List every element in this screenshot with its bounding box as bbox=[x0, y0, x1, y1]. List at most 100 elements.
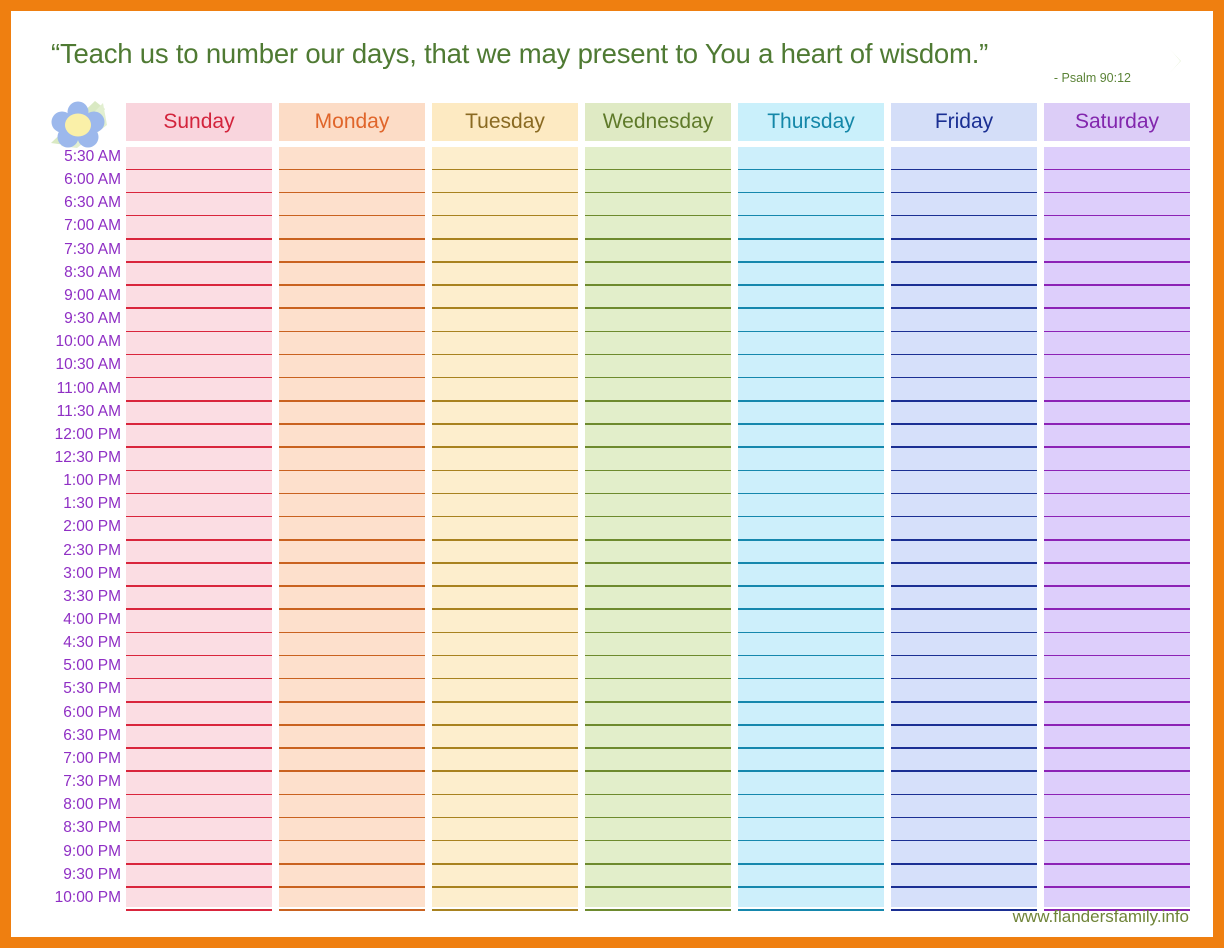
day-column-wednesday[interactable] bbox=[585, 147, 731, 911]
time-label: 6:00 AM bbox=[64, 171, 121, 189]
day-column-sunday[interactable] bbox=[126, 147, 272, 911]
row-divider bbox=[126, 816, 272, 819]
row-divider bbox=[891, 608, 1037, 610]
day-header-saturday[interactable]: Saturday bbox=[1044, 103, 1190, 141]
row-divider bbox=[585, 492, 731, 495]
row-divider bbox=[126, 376, 272, 379]
quote-text: “Teach us to number our days, that we ma… bbox=[51, 38, 989, 69]
flower-icon bbox=[51, 101, 107, 148]
row-divider bbox=[891, 677, 1037, 680]
day-header-sunday[interactable]: Sunday bbox=[126, 103, 272, 141]
row-divider bbox=[1044, 492, 1190, 495]
row-divider bbox=[891, 585, 1037, 587]
row-divider bbox=[738, 376, 884, 379]
row-divider bbox=[1044, 724, 1190, 726]
row-divider bbox=[1044, 747, 1190, 749]
row-divider bbox=[279, 770, 425, 773]
row-divider bbox=[126, 261, 272, 263]
row-divider bbox=[1044, 886, 1190, 888]
row-divider bbox=[738, 909, 884, 911]
row-divider bbox=[585, 191, 731, 194]
row-divider bbox=[738, 515, 884, 518]
row-divider bbox=[279, 631, 425, 634]
time-label: 9:30 PM bbox=[63, 865, 121, 883]
row-divider bbox=[1044, 168, 1190, 171]
time-label: 9:00 PM bbox=[63, 842, 121, 860]
row-divider bbox=[279, 400, 425, 402]
row-divider bbox=[126, 747, 272, 749]
row-divider bbox=[891, 631, 1037, 634]
row-divider bbox=[891, 515, 1037, 518]
row-divider bbox=[1044, 677, 1190, 680]
row-divider bbox=[585, 400, 731, 402]
time-label: 6:30 PM bbox=[63, 726, 121, 744]
row-divider bbox=[279, 608, 425, 610]
row-divider bbox=[279, 724, 425, 726]
row-divider bbox=[585, 538, 731, 541]
row-divider bbox=[891, 863, 1037, 865]
row-divider bbox=[279, 330, 425, 333]
row-divider bbox=[585, 886, 731, 888]
row-divider bbox=[891, 492, 1037, 495]
time-label: 8:30 PM bbox=[63, 819, 121, 837]
day-header-thursday[interactable]: Thursday bbox=[738, 103, 884, 141]
day-column-tuesday[interactable] bbox=[432, 147, 578, 911]
row-divider bbox=[126, 307, 272, 310]
row-divider bbox=[585, 423, 731, 425]
day-header-wednesday[interactable]: Wednesday bbox=[585, 103, 731, 141]
day-header-tuesday[interactable]: Tuesday bbox=[432, 103, 578, 141]
time-label: 7:00 PM bbox=[63, 749, 121, 767]
row-divider bbox=[432, 191, 578, 194]
row-divider bbox=[1044, 353, 1190, 356]
row-divider bbox=[891, 284, 1037, 286]
day-header-friday[interactable]: Friday bbox=[891, 103, 1037, 141]
row-divider bbox=[126, 585, 272, 587]
row-divider bbox=[891, 839, 1037, 842]
row-divider bbox=[585, 446, 731, 448]
row-divider bbox=[738, 214, 884, 217]
row-divider bbox=[891, 886, 1037, 888]
row-divider bbox=[585, 793, 731, 796]
day-column-friday[interactable] bbox=[891, 147, 1037, 911]
row-divider bbox=[1044, 284, 1190, 286]
row-divider bbox=[891, 562, 1037, 564]
row-divider bbox=[279, 839, 425, 842]
row-divider bbox=[126, 446, 272, 448]
row-divider bbox=[585, 376, 731, 379]
day-column-saturday[interactable] bbox=[1044, 147, 1190, 911]
row-divider bbox=[1044, 307, 1190, 310]
row-divider bbox=[279, 816, 425, 819]
row-divider bbox=[126, 562, 272, 564]
row-divider bbox=[126, 191, 272, 194]
row-divider bbox=[126, 168, 272, 171]
row-divider bbox=[738, 284, 884, 286]
quote-banner: “Teach us to number our days, that we ma… bbox=[35, 29, 1199, 93]
row-divider bbox=[1044, 608, 1190, 610]
row-divider bbox=[738, 400, 884, 402]
day-column-monday[interactable] bbox=[279, 147, 425, 911]
day-column-thursday[interactable] bbox=[738, 147, 884, 911]
row-divider bbox=[891, 701, 1037, 703]
time-label: 7:30 PM bbox=[63, 773, 121, 791]
row-divider bbox=[432, 863, 578, 865]
row-divider bbox=[585, 770, 731, 773]
row-divider bbox=[738, 492, 884, 495]
row-divider bbox=[126, 839, 272, 842]
row-divider bbox=[1044, 538, 1190, 541]
row-divider bbox=[738, 770, 884, 773]
row-divider bbox=[279, 284, 425, 286]
row-divider bbox=[1044, 191, 1190, 194]
row-divider bbox=[585, 724, 731, 726]
day-header-monday[interactable]: Monday bbox=[279, 103, 425, 141]
time-label: 5:30 AM bbox=[64, 148, 121, 165]
row-divider bbox=[1044, 376, 1190, 379]
row-divider bbox=[126, 284, 272, 286]
row-divider bbox=[891, 747, 1037, 749]
time-label: 9:30 AM bbox=[64, 310, 121, 328]
time-label: 9:00 AM bbox=[64, 286, 121, 304]
row-divider bbox=[432, 214, 578, 217]
row-divider bbox=[432, 307, 578, 310]
row-divider bbox=[585, 863, 731, 865]
row-divider bbox=[738, 677, 884, 680]
row-divider bbox=[738, 168, 884, 171]
